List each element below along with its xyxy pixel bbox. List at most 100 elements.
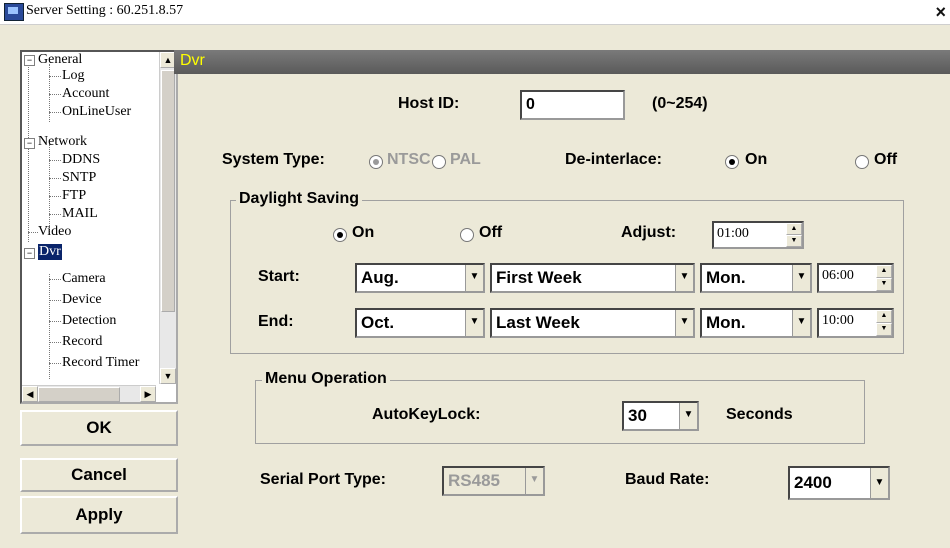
tree-item-camera[interactable]: Camera xyxy=(62,271,106,287)
apply-button[interactable]: Apply xyxy=(20,496,178,534)
chevron-down-icon[interactable]: ▼ xyxy=(465,265,483,291)
tree-item-video[interactable]: Video xyxy=(38,224,71,240)
end-time-spinner[interactable]: 10:00 ▲ ▼ xyxy=(817,308,894,338)
start-day-select[interactable]: Mon. ▼ xyxy=(700,263,812,293)
tree-branch xyxy=(49,160,61,161)
panel-title: Dvr xyxy=(180,52,205,69)
tree-branch xyxy=(49,321,61,322)
adjust-spinner[interactable]: 01:00 ▲ ▼ xyxy=(712,221,804,249)
scroll-down-icon[interactable]: ▼ xyxy=(160,368,176,384)
chevron-down-icon[interactable]: ▼ xyxy=(675,310,693,336)
tree-item-ddns[interactable]: DDNS xyxy=(62,152,100,168)
tree-collapse-icon[interactable]: − xyxy=(24,138,35,149)
end-label: End: xyxy=(258,313,294,330)
chevron-down-icon[interactable]: ▼ xyxy=(525,468,543,494)
tree-horizontal-scrollbar[interactable]: ◀ ▶ xyxy=(22,385,156,402)
host-id-input[interactable]: 0 xyxy=(520,90,625,120)
host-id-label: Host ID: xyxy=(398,95,460,112)
tree-item-sntp[interactable]: SNTP xyxy=(62,170,96,186)
end-month-select[interactable]: Oct. ▼ xyxy=(355,308,485,338)
deinterlace-label: De-interlace: xyxy=(565,151,662,168)
tree-item-onlineuser[interactable]: OnLineUser xyxy=(62,104,131,120)
ntsc-label: NTSC xyxy=(387,151,431,168)
pal-label: PAL xyxy=(450,151,481,168)
daylight-off-radio[interactable] xyxy=(460,228,474,242)
start-month-value: Aug. xyxy=(361,268,399,287)
tree-item-device[interactable]: Device xyxy=(62,292,102,308)
start-time-value: 06:00 xyxy=(822,268,854,283)
tree-branch xyxy=(28,232,38,233)
deinterlace-off-radio[interactable] xyxy=(855,155,869,169)
ok-button[interactable]: OK xyxy=(20,410,178,446)
tree-branch xyxy=(49,76,61,77)
pal-radio[interactable] xyxy=(432,155,446,169)
tree-item-account[interactable]: Account xyxy=(62,86,109,102)
spin-down-icon[interactable]: ▼ xyxy=(786,235,802,247)
tree-item-network[interactable]: Network xyxy=(38,134,87,150)
cancel-button[interactable]: Cancel xyxy=(20,458,178,492)
daylight-on-label: On xyxy=(352,224,375,241)
chevron-down-icon[interactable]: ▼ xyxy=(675,265,693,291)
panel-header: Dvr xyxy=(174,50,950,74)
title-bar: Server Setting : 60.251.8.57 × xyxy=(0,0,950,25)
tree-item-record[interactable]: Record xyxy=(62,334,102,350)
start-time-spinner[interactable]: 06:00 ▲ ▼ xyxy=(817,263,894,293)
chevron-down-icon[interactable]: ▼ xyxy=(465,310,483,336)
start-month-select[interactable]: Aug. ▼ xyxy=(355,263,485,293)
end-day-select[interactable]: Mon. ▼ xyxy=(700,308,812,338)
tree-content: − General Log Account OnLineUser − Netwo… xyxy=(22,52,158,382)
scroll-right-icon[interactable]: ▶ xyxy=(140,386,156,402)
chevron-down-icon[interactable]: ▼ xyxy=(679,403,697,429)
tree-item-ftp[interactable]: FTP xyxy=(62,188,86,204)
start-label: Start: xyxy=(258,268,300,285)
spin-down-icon[interactable]: ▼ xyxy=(876,323,892,336)
tree-item-dvr[interactable]: Dvr xyxy=(38,244,62,260)
window-title: Server Setting : 60.251.8.57 xyxy=(26,3,184,18)
tree-branch xyxy=(49,279,61,280)
settings-tree[interactable]: − General Log Account OnLineUser − Netwo… xyxy=(20,50,178,404)
tree-vertical-scrollbar[interactable]: ▲ ▼ xyxy=(159,52,176,384)
tree-branch xyxy=(49,363,61,364)
close-button[interactable]: × xyxy=(935,2,946,23)
baud-rate-label: Baud Rate: xyxy=(625,471,710,488)
spin-up-icon[interactable]: ▲ xyxy=(876,265,892,278)
scroll-thumb[interactable] xyxy=(161,70,175,312)
menu-operation-title: Menu Operation xyxy=(262,370,390,388)
start-week-value: First Week xyxy=(496,268,582,287)
chevron-down-icon[interactable]: ▼ xyxy=(792,310,810,336)
tree-branch xyxy=(49,196,61,197)
end-week-select[interactable]: Last Week ▼ xyxy=(490,308,695,338)
spin-up-icon[interactable]: ▲ xyxy=(786,223,802,235)
tree-item-mail[interactable]: MAIL xyxy=(62,206,98,222)
apply-button-label: Apply xyxy=(75,505,123,524)
daylight-saving-title: Daylight Saving xyxy=(236,190,363,208)
tree-item-detection[interactable]: Detection xyxy=(62,313,116,329)
autokeylock-select[interactable]: 30 ▼ xyxy=(622,401,699,431)
start-day-value: Mon. xyxy=(706,268,746,287)
tree-item-general[interactable]: General xyxy=(38,52,82,68)
serial-port-type-value: RS485 xyxy=(448,471,500,490)
seconds-label: Seconds xyxy=(726,406,793,423)
tree-branch xyxy=(49,112,61,113)
serial-port-type-select[interactable]: RS485 ▼ xyxy=(442,466,545,496)
spin-up-icon[interactable]: ▲ xyxy=(876,310,892,323)
chevron-down-icon[interactable]: ▼ xyxy=(870,468,888,498)
deinterlace-on-radio[interactable] xyxy=(725,155,739,169)
daylight-off-label: Off xyxy=(479,224,503,241)
scroll-thumb[interactable] xyxy=(38,387,120,402)
chevron-down-icon[interactable]: ▼ xyxy=(792,265,810,291)
autokeylock-value: 30 xyxy=(628,406,647,425)
ntsc-radio[interactable] xyxy=(369,155,383,169)
spin-down-icon[interactable]: ▼ xyxy=(876,278,892,291)
adjust-label: Adjust: xyxy=(621,224,677,241)
serial-port-type-label: Serial Port Type: xyxy=(260,471,386,488)
tree-collapse-icon[interactable]: − xyxy=(24,248,35,259)
tree-item-record-timer[interactable]: Record Timer xyxy=(62,355,139,371)
start-week-select[interactable]: First Week ▼ xyxy=(490,263,695,293)
tree-item-log[interactable]: Log xyxy=(62,68,85,84)
daylight-on-radio[interactable] xyxy=(333,228,347,242)
baud-rate-select[interactable]: 2400 ▼ xyxy=(788,466,890,500)
scroll-left-icon[interactable]: ◀ xyxy=(22,386,38,402)
deinterlace-on-label: On xyxy=(745,151,768,168)
tree-collapse-icon[interactable]: − xyxy=(24,55,35,66)
